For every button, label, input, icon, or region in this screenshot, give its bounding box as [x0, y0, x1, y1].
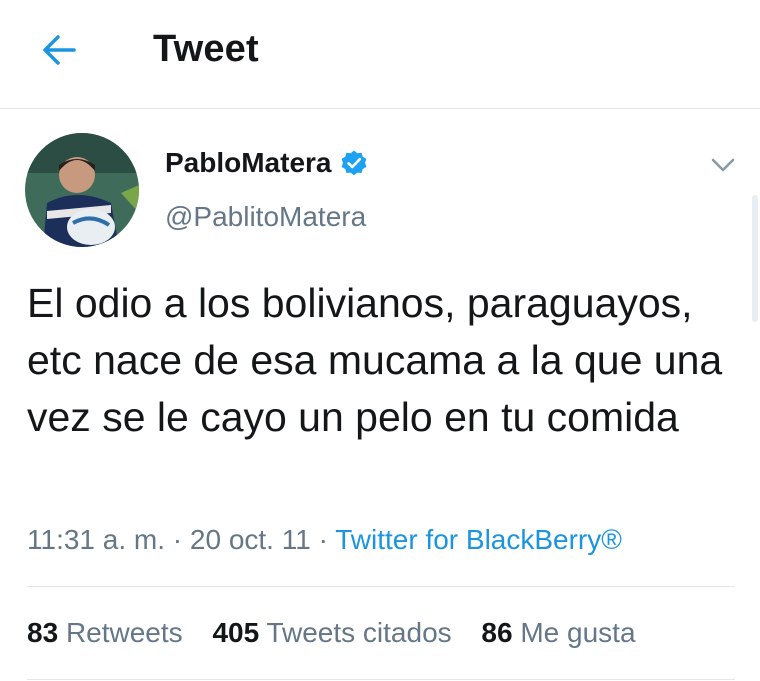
retweets-stat[interactable]: 83 Retweets	[27, 617, 183, 648]
arrow-left-icon	[43, 35, 76, 65]
divider	[27, 586, 735, 587]
tweet-source-link[interactable]: Twitter for BlackBerry®	[335, 524, 622, 555]
quotes-label: Tweets citados	[266, 617, 452, 648]
retweets-label: Retweets	[65, 617, 183, 648]
avatar[interactable]	[25, 133, 139, 247]
scrollbar[interactable]	[752, 195, 758, 322]
top-bar: Tweet	[0, 0, 760, 109]
tweet-stats: 83 Retweets 405 Tweets citados 86 Me gus…	[27, 617, 658, 649]
likes-count: 86	[481, 617, 513, 648]
user-handle[interactable]: @PablitoMatera	[165, 201, 366, 233]
divider	[27, 679, 735, 680]
retweets-count: 83	[27, 617, 59, 648]
quotes-stat[interactable]: 405 Tweets citados	[212, 617, 451, 648]
likes-label: Me gusta	[520, 617, 636, 648]
likes-stat[interactable]: 86 Me gusta	[481, 617, 635, 648]
author-name-row[interactable]: PabloMatera	[165, 147, 368, 179]
tweet-meta: 11:31 a. m. · 20 oct. 11 · Twitter for B…	[27, 524, 622, 556]
tweet-date: 20 oct. 11	[189, 524, 311, 555]
quotes-count: 405	[212, 617, 260, 648]
tweet-options-button[interactable]	[708, 153, 738, 177]
back-button[interactable]	[38, 30, 82, 70]
chevron-down-icon	[711, 158, 735, 172]
verified-badge-icon	[341, 150, 366, 176]
page-title: Tweet	[153, 28, 259, 70]
meta-separator: ·	[310, 524, 336, 555]
tweet-time: 11:31 a. m.	[27, 524, 166, 555]
tweet-text: El odio a los bolivianos, paraguayos, et…	[27, 280, 723, 440]
meta-separator: ·	[165, 524, 190, 555]
display-name[interactable]: PabloMatera	[165, 147, 332, 179]
